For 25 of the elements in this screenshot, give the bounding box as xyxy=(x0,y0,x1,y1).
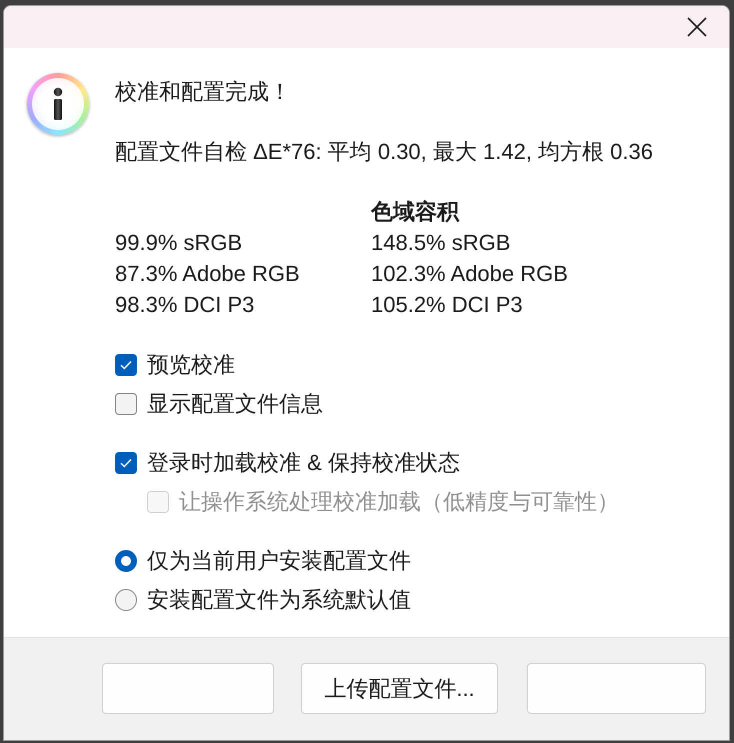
checkbox-label: 登录时加载校准 & 保持校准状态 xyxy=(147,448,460,476)
checkbox-label: 让操作系统处理校准加载（低精度与可靠性） xyxy=(179,488,619,516)
close-icon xyxy=(687,17,707,37)
table-cell-text: 98.3% DCI P3 xyxy=(115,291,256,319)
radio-button[interactable] xyxy=(115,588,137,610)
upload-button[interactable]: 上传配置文件... xyxy=(301,663,498,714)
column-header: 色域容积 xyxy=(371,198,460,226)
radio-label: 安装配置文件为系统默认值 xyxy=(147,586,411,614)
checkbox-label: 预览校准 xyxy=(147,350,235,378)
checkbox[interactable] xyxy=(115,392,137,414)
info-icon xyxy=(27,73,89,135)
self-check-result: 配置文件自检 ΔE*76: 平均 0.30, 最大 1.42, 均方根 0.36 xyxy=(115,138,653,166)
table-cell-text: 148.5% sRGB xyxy=(371,229,512,257)
checkbox[interactable] xyxy=(115,452,137,474)
radio-label: 仅为当前用户安装配置文件 xyxy=(147,546,411,574)
table-cell-text: 87.3% Adobe RGB xyxy=(115,260,301,288)
table-cell-text: 99.9% sRGB xyxy=(115,229,244,257)
checkbox[interactable] xyxy=(115,354,137,376)
table-cell-text: 105.2% DCI P3 xyxy=(371,291,524,319)
check-icon xyxy=(120,458,132,468)
table-cell-text: 102.3% Adobe RGB xyxy=(371,260,569,288)
check-icon xyxy=(120,360,132,370)
radio-button[interactable] xyxy=(115,550,137,572)
checkbox-label: 显示配置文件信息 xyxy=(147,390,323,418)
message-title: 校准和配置完成！ xyxy=(115,78,292,106)
